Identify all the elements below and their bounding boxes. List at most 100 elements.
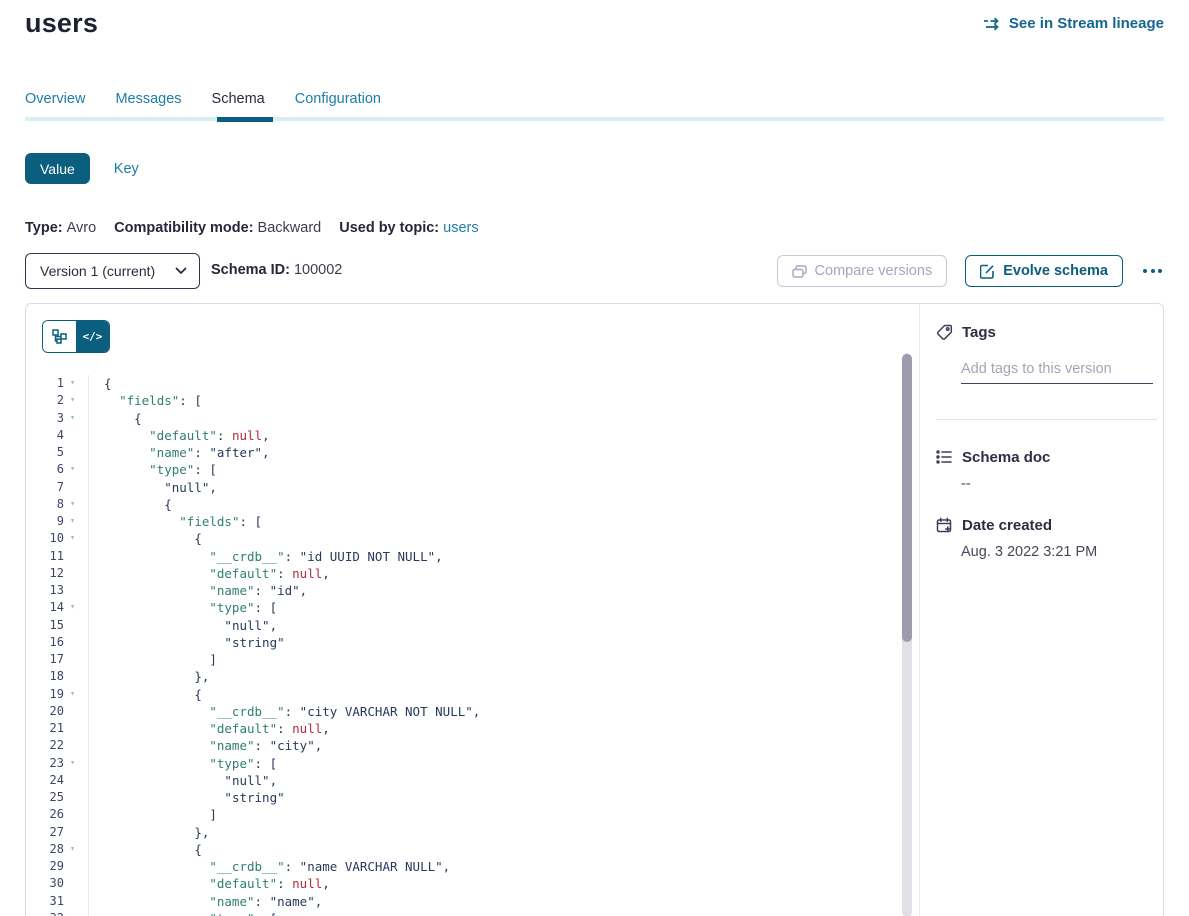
calendar-icon bbox=[936, 517, 953, 534]
value-key-toggle: Value Key bbox=[25, 153, 139, 184]
code-line: 5 "name": "after", bbox=[26, 444, 896, 461]
fold-toggle-icon[interactable]: ▾ bbox=[64, 496, 81, 513]
more-options-button[interactable] bbox=[1141, 263, 1164, 279]
line-number: 4 bbox=[26, 427, 64, 444]
used-by-topic: Used by topic:users bbox=[339, 220, 478, 236]
code-line: 12 "default": null, bbox=[26, 565, 896, 582]
value-tab-button[interactable]: Value bbox=[25, 153, 90, 184]
sidebar-divider bbox=[936, 419, 1157, 420]
code-text: { bbox=[81, 687, 202, 702]
code-view-icon: </> bbox=[83, 330, 103, 343]
tab-messages[interactable]: Messages bbox=[115, 91, 181, 107]
edit-icon bbox=[980, 264, 995, 279]
code-line: 21 "default": null, bbox=[26, 720, 896, 737]
code-line: 30 "default": null, bbox=[26, 875, 896, 892]
fold-toggle-icon[interactable]: ▾ bbox=[64, 392, 81, 409]
fold-toggle-icon[interactable]: ▾ bbox=[64, 910, 81, 916]
code-line: 11 "__crdb__": "id UUID NOT NULL", bbox=[26, 548, 896, 565]
code-line: 2▾ "fields": [ bbox=[26, 392, 896, 409]
code-line: 27 }, bbox=[26, 824, 896, 841]
editor-scrollbar-thumb[interactable] bbox=[902, 354, 912, 642]
line-number: 29 bbox=[26, 858, 64, 875]
fold-toggle-icon[interactable]: ▾ bbox=[64, 461, 81, 478]
code-line: 10▾ { bbox=[26, 530, 896, 547]
code-text: }, bbox=[81, 669, 209, 684]
line-number: 23 bbox=[26, 755, 64, 772]
version-select[interactable]: Version 1 (current) bbox=[25, 253, 200, 289]
code-line: 14▾ "type": [ bbox=[26, 599, 896, 616]
line-number: 18 bbox=[26, 668, 64, 685]
line-number: 32 bbox=[26, 910, 64, 916]
line-number: 15 bbox=[26, 617, 64, 634]
code-text: "name": "name", bbox=[81, 894, 322, 909]
code-line: 22 "name": "city", bbox=[26, 737, 896, 754]
evolve-schema-button[interactable]: Evolve schema bbox=[965, 255, 1123, 287]
code-text: "type": [ bbox=[81, 911, 277, 916]
see-in-stream-lineage-link[interactable]: See in Stream lineage bbox=[983, 15, 1164, 32]
tab-underline-track bbox=[25, 117, 1164, 121]
code-text: { bbox=[81, 411, 142, 426]
code-text: "__crdb__": "name VARCHAR NULL", bbox=[81, 859, 450, 874]
code-line: 6▾ "type": [ bbox=[26, 461, 896, 478]
code-text: "name": "id", bbox=[81, 583, 307, 598]
schema-code: 1▾{2▾ "fields": [3▾ {4 "default": null,5… bbox=[26, 375, 896, 916]
code-line: 16 "string" bbox=[26, 634, 896, 651]
tags-section-heading: Tags bbox=[936, 324, 996, 342]
fold-toggle-icon[interactable]: ▾ bbox=[64, 375, 81, 392]
tab-overview[interactable]: Overview bbox=[25, 91, 85, 107]
code-text: "name": "city", bbox=[81, 738, 322, 753]
line-number: 3 bbox=[26, 410, 64, 427]
tree-view-button[interactable] bbox=[43, 321, 76, 352]
code-line: 17 ] bbox=[26, 651, 896, 668]
tags-input[interactable] bbox=[961, 359, 1153, 384]
schema-meta-row: Type:Avro Compatibility mode:Backward Us… bbox=[25, 220, 479, 236]
line-number: 31 bbox=[26, 893, 64, 910]
fold-toggle-icon[interactable]: ▾ bbox=[64, 530, 81, 547]
code-line: 15 "null", bbox=[26, 617, 896, 634]
line-number: 17 bbox=[26, 651, 64, 668]
fold-toggle-icon[interactable]: ▾ bbox=[64, 599, 81, 616]
code-text: "fields": [ bbox=[81, 393, 202, 408]
compare-versions-button[interactable]: Compare versions bbox=[777, 255, 948, 287]
fold-toggle-icon[interactable]: ▾ bbox=[64, 686, 81, 703]
line-number: 5 bbox=[26, 444, 64, 461]
tab-schema[interactable]: Schema bbox=[212, 91, 265, 107]
line-number: 11 bbox=[26, 548, 64, 565]
tab-configuration[interactable]: Configuration bbox=[295, 91, 381, 107]
code-view-button[interactable]: </> bbox=[76, 321, 109, 352]
key-tab-button[interactable]: Key bbox=[114, 161, 139, 177]
line-number: 8 bbox=[26, 496, 64, 513]
line-number: 12 bbox=[26, 565, 64, 582]
fold-toggle-icon[interactable]: ▾ bbox=[64, 841, 81, 858]
code-text: { bbox=[81, 376, 112, 391]
topic-link[interactable]: users bbox=[443, 220, 478, 236]
schema-card: </> 1▾{2▾ "fields": [3▾ {4 "default": nu… bbox=[25, 303, 1164, 916]
line-number: 26 bbox=[26, 806, 64, 823]
code-text: "name": "after", bbox=[81, 445, 270, 460]
fold-toggle-icon[interactable]: ▾ bbox=[64, 513, 81, 530]
code-line: 8▾ { bbox=[26, 496, 896, 513]
compatibility-mode: Compatibility mode:Backward bbox=[114, 220, 321, 236]
code-line: 25 "string" bbox=[26, 789, 896, 806]
schema-page: users See in Stream lineage Overview Mes… bbox=[0, 0, 1189, 916]
code-line: 7 "null", bbox=[26, 479, 896, 496]
line-number: 13 bbox=[26, 582, 64, 599]
code-text: "default": null, bbox=[81, 876, 330, 891]
version-actions: Compare versions Evolve schema bbox=[777, 255, 1164, 287]
code-text: "string" bbox=[81, 635, 285, 650]
fold-toggle-icon[interactable]: ▾ bbox=[64, 755, 81, 772]
code-line: 20 "__crdb__": "city VARCHAR NOT NULL", bbox=[26, 703, 896, 720]
stream-lineage-icon bbox=[983, 17, 1002, 31]
line-number: 6 bbox=[26, 461, 64, 478]
date-created-heading: Date created bbox=[936, 517, 1052, 535]
schema-sidebar: Tags Schema doc -- Date created bbox=[919, 304, 1164, 916]
chevron-down-icon bbox=[175, 267, 187, 275]
line-number: 22 bbox=[26, 737, 64, 754]
line-number: 10 bbox=[26, 530, 64, 547]
code-text: "type": [ bbox=[81, 756, 277, 771]
code-line: 13 "name": "id", bbox=[26, 582, 896, 599]
code-text: ] bbox=[81, 652, 217, 667]
fold-toggle-icon[interactable]: ▾ bbox=[64, 410, 81, 427]
line-number: 24 bbox=[26, 772, 64, 789]
line-number: 21 bbox=[26, 720, 64, 737]
